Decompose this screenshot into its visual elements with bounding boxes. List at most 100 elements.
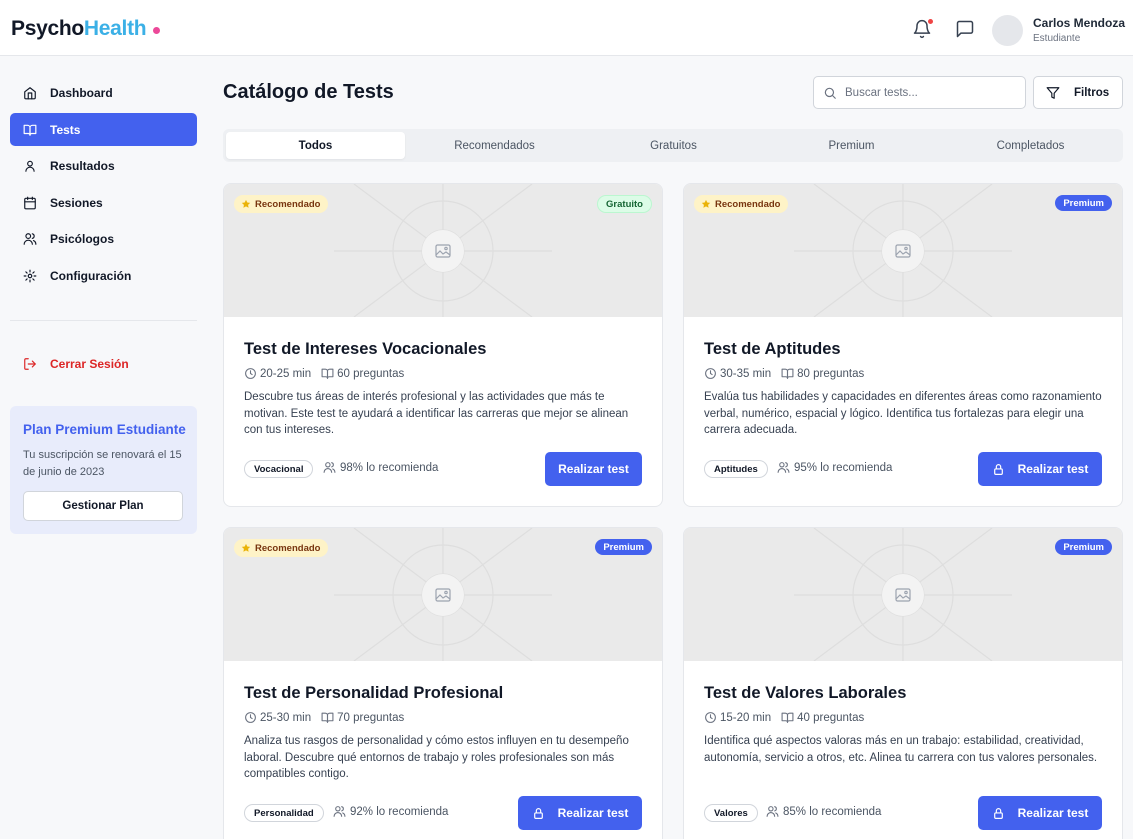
premium-plan-text: Tu suscripción se renovará el 15 de juni…: [23, 449, 182, 478]
lock-icon: [993, 463, 1003, 475]
page-title: Catálogo de Tests: [223, 81, 394, 103]
recommend-rate: 95% lo recomienda: [777, 461, 892, 474]
recommend-rate: 92% lo recomienda: [333, 805, 448, 818]
premium-badge: Premium: [595, 539, 652, 555]
category-pill: Aptitudes: [704, 460, 768, 478]
clock-icon: [245, 368, 256, 379]
logout-button[interactable]: Cerrar Sesión: [10, 347, 197, 380]
test-card: Premium Test de Valores Laborales 15-20 …: [683, 527, 1123, 839]
book-open-icon: [321, 368, 334, 379]
sidebar-item-label: Dashboard: [50, 85, 113, 100]
sidebar-item-resultados[interactable]: Resultados: [10, 149, 197, 182]
test-title: Test de Valores Laborales: [704, 684, 907, 702]
users-icon: [777, 462, 790, 473]
filter-icon: [1046, 86, 1060, 99]
premium-badge: Premium: [1055, 539, 1112, 555]
test-card: Recomendado Premium Test de Aptitudes 30…: [683, 183, 1123, 507]
sidebar-item-tests[interactable]: Tests: [10, 113, 197, 146]
clock-icon: [705, 368, 716, 379]
test-title: Test de Personalidad Profesional: [244, 684, 504, 702]
user-name[interactable]: Carlos Mendoza: [1033, 16, 1125, 30]
users-icon: [23, 232, 37, 245]
sidebar-item-label: Tests: [50, 122, 81, 137]
free-badge: Gratuito: [597, 195, 652, 213]
tab-premium[interactable]: Premium: [762, 132, 941, 159]
sidebar-divider: [10, 320, 197, 321]
category-pill: Personalidad: [244, 804, 324, 822]
notification-dot: [927, 18, 934, 25]
book-open-icon: [23, 124, 37, 136]
book-open-icon: [781, 712, 794, 723]
tab-recomendados[interactable]: Recomendados: [405, 132, 584, 159]
logout-label: Cerrar Sesión: [50, 356, 129, 371]
logo-dot: [153, 27, 160, 34]
category-pill: Vocacional: [244, 460, 314, 478]
tab-gratuitos[interactable]: Gratuitos: [584, 132, 763, 159]
sidebar-item-dashboard[interactable]: Dashboard: [10, 76, 197, 109]
home-icon: [24, 86, 36, 99]
take-test-button[interactable]: Realizar test: [978, 452, 1102, 486]
book-open-icon: [321, 712, 334, 723]
test-description: Analiza tus rasgos de personalidad y cóm…: [244, 735, 629, 781]
sidebar-item-label: Sesiones: [50, 195, 103, 210]
premium-plan-card: Plan Premium Estudiante Tu suscripción s…: [10, 406, 197, 534]
test-meta: 15-20 min 40 preguntas: [704, 711, 864, 724]
filters-label: Filtros: [1074, 86, 1110, 99]
logout-icon: [24, 357, 36, 370]
recommend-rate: 98% lo recomienda: [323, 461, 438, 474]
users-icon: [323, 462, 336, 473]
test-questions: 70 preguntas: [337, 711, 405, 724]
recommended-badge: Recomendado: [234, 195, 329, 213]
take-test-button[interactable]: Realizar test: [518, 796, 642, 830]
star-icon: [241, 543, 251, 552]
manage-plan-button[interactable]: Gestionar Plan: [23, 491, 183, 521]
take-test-button[interactable]: Realizar test: [978, 796, 1102, 830]
category-pill: Valores: [704, 804, 758, 822]
users-icon: [766, 806, 779, 817]
test-title: Test de Intereses Vocacionales: [244, 340, 487, 358]
sidebar-item-sesiones[interactable]: Sesiones: [10, 186, 197, 219]
recommended-badge: Recomendado: [234, 539, 329, 557]
tabs-bar: Todos Recomendados Gratuitos Premium Com…: [223, 129, 1123, 162]
test-meta: 20-25 min 60 preguntas: [244, 367, 404, 380]
avatar[interactable]: [992, 15, 1023, 46]
star-icon: [701, 199, 711, 208]
test-title: Test de Aptitudes: [704, 340, 841, 358]
test-image-placeholder: Recomendado Premium: [224, 528, 662, 661]
test-questions: 40 preguntas: [797, 711, 865, 724]
gear-icon: [23, 269, 37, 282]
test-duration: 25-30 min: [260, 711, 312, 724]
premium-plan-title: Plan Premium Estudiante: [23, 422, 186, 437]
test-card: Recomendado Premium Test de Personalidad…: [223, 527, 663, 839]
search-icon: [824, 87, 836, 99]
take-test-button[interactable]: Realizar test: [545, 452, 642, 486]
message-square-icon[interactable]: [955, 19, 975, 39]
test-meta: 30-35 min 80 preguntas: [704, 367, 864, 380]
sidebar-item-configuracion[interactable]: Configuración: [10, 259, 197, 292]
test-meta: 25-30 min 70 preguntas: [244, 711, 404, 724]
lock-icon: [533, 807, 543, 819]
filters-button[interactable]: Filtros: [1033, 76, 1123, 109]
test-description: Identifica qué aspectos valoras más en u…: [704, 735, 1098, 764]
users-icon: [333, 806, 346, 817]
user-role: Estudiante: [1033, 33, 1081, 44]
test-description: Evalúa tus habilidades y capacidades en …: [704, 391, 1102, 437]
search-box[interactable]: [813, 76, 1026, 109]
app-logo[interactable]: PsychoHealth: [11, 17, 147, 41]
test-description: Descubre tus áreas de interés profesiona…: [244, 391, 629, 437]
recommended-badge: Recomendado: [694, 195, 789, 213]
search-input[interactable]: [845, 86, 1015, 99]
sidebar-item-label: Psicólogos: [50, 231, 115, 246]
tab-todos[interactable]: Todos: [226, 132, 405, 159]
tab-completados[interactable]: Completados: [941, 132, 1120, 159]
sidebar-item-label: Resultados: [50, 158, 115, 173]
test-image-placeholder: Premium: [684, 528, 1122, 661]
calendar-icon: [24, 196, 36, 209]
test-card: Recomendado Gratuito Test de Intereses V…: [223, 183, 663, 507]
user-icon: [25, 160, 35, 172]
test-questions: 80 preguntas: [797, 367, 865, 380]
sidebar-item-psicologos[interactable]: Psicólogos: [10, 222, 197, 255]
test-duration: 30-35 min: [720, 367, 772, 380]
test-image-placeholder: Recomendado Premium: [684, 184, 1122, 317]
recommend-rate: 85% lo recomienda: [766, 805, 881, 818]
